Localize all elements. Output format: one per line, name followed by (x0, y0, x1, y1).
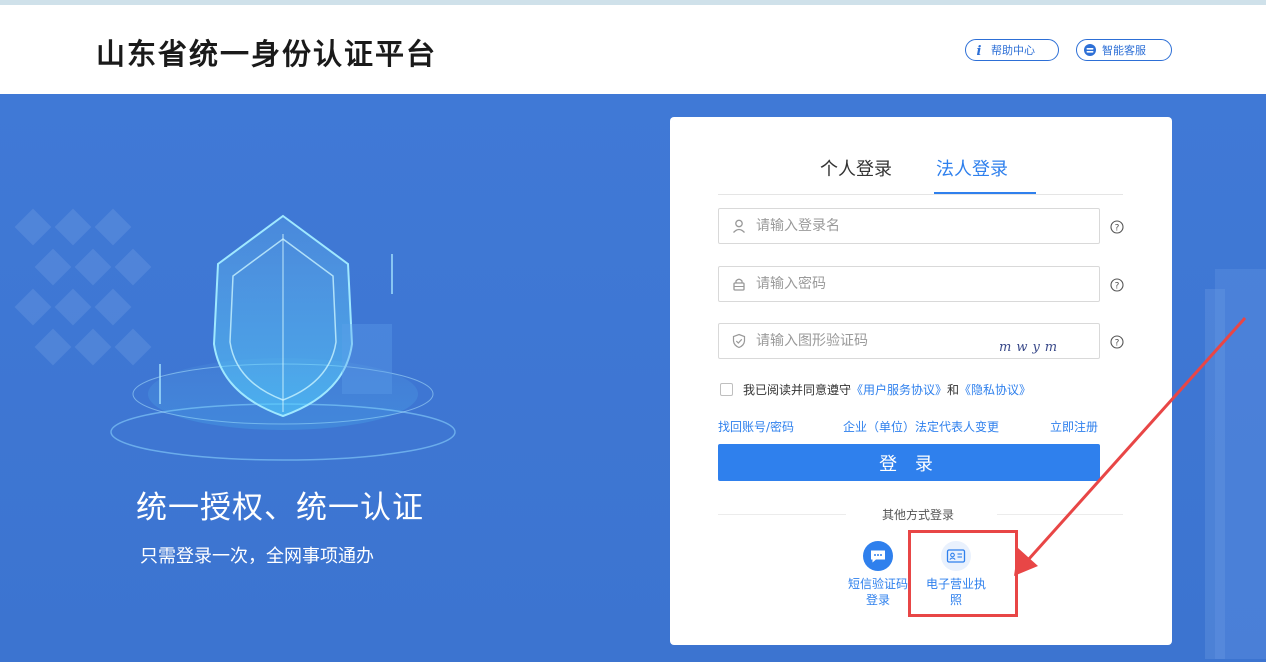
other-methods-label: 其他方式登录 (882, 508, 955, 522)
smart-service-label: 智能客服 (1102, 44, 1146, 57)
sms-login-option[interactable]: 短信验证码登录 (843, 541, 913, 608)
username-field (718, 208, 1100, 244)
agreement-row: 我已阅读并同意遵守 《用户服务协议》 和 《隐私协议》 (720, 381, 1031, 398)
shield-illustration (14, 208, 456, 461)
svg-text:?: ? (1115, 224, 1120, 234)
captcha-input[interactable] (756, 333, 986, 349)
password-input[interactable] (756, 276, 986, 292)
shield-check-icon (731, 333, 747, 349)
tab-personal-login[interactable]: 个人登录 (820, 155, 892, 181)
divider-left (718, 514, 846, 515)
agreement-and: 和 (947, 383, 960, 397)
user-agreement-link[interactable]: 《用户服务协议》 (851, 381, 947, 398)
login-tabs: 个人登录 法人登录 (718, 151, 1123, 195)
privacy-agreement-link[interactable]: 《隐私协议》 (959, 381, 1031, 398)
recover-account-link[interactable]: 找回账号/密码 (718, 418, 794, 435)
agreement-checkbox[interactable] (720, 383, 733, 396)
e-license-login-option[interactable]: 电子营业执照 (921, 541, 991, 608)
legal-rep-change-link[interactable]: 企业（单位）法定代表人变更 (843, 418, 999, 435)
captcha-image[interactable]: mwym (999, 330, 1079, 356)
header: 山东省统一身份认证平台 i 帮助中心 智能客服 (0, 5, 1266, 94)
divider-right (997, 514, 1123, 515)
login-card: 个人登录 法人登录 ? ? mwym ? 我已阅读并同意遵守 《用户服务协议》 … (670, 117, 1172, 645)
password-field (718, 266, 1100, 302)
id-card-icon (941, 541, 971, 571)
login-button[interactable]: 登 录 (718, 444, 1100, 481)
info-icon: i (972, 43, 986, 57)
password-help-icon[interactable]: ? (1110, 277, 1124, 292)
chat-bot-icon (1083, 43, 1097, 57)
site-title: 山东省统一身份认证平台 (96, 37, 438, 71)
svg-text:?: ? (1115, 339, 1120, 349)
slogan-subtitle: 只需登录一次，全网事项通办 (140, 546, 374, 567)
sms-login-label: 短信验证码登录 (847, 577, 908, 607)
help-center-button[interactable]: i 帮助中心 (965, 39, 1059, 61)
smart-service-button[interactable]: 智能客服 (1076, 39, 1172, 61)
svg-text:?: ? (1115, 282, 1120, 292)
tab-legal-login[interactable]: 法人登录 (936, 155, 1008, 181)
username-help-icon[interactable]: ? (1110, 219, 1124, 234)
active-tab-indicator (934, 192, 1036, 194)
sms-chat-icon (863, 541, 893, 571)
lock-icon (731, 276, 747, 292)
captcha-help-icon[interactable]: ? (1110, 334, 1124, 349)
username-input[interactable] (756, 218, 986, 234)
help-center-label: 帮助中心 (991, 44, 1035, 57)
svg-text:i: i (977, 44, 982, 57)
captcha-field: mwym (718, 323, 1100, 359)
agreement-prefix: 我已阅读并同意遵守 (743, 383, 852, 397)
user-icon (731, 218, 747, 234)
slogan-title: 统一授权、统一认证 (136, 490, 424, 526)
register-link[interactable]: 立即注册 (1050, 418, 1098, 435)
building-illustration (1205, 269, 1266, 659)
e-license-label: 电子营业执照 (925, 577, 986, 607)
